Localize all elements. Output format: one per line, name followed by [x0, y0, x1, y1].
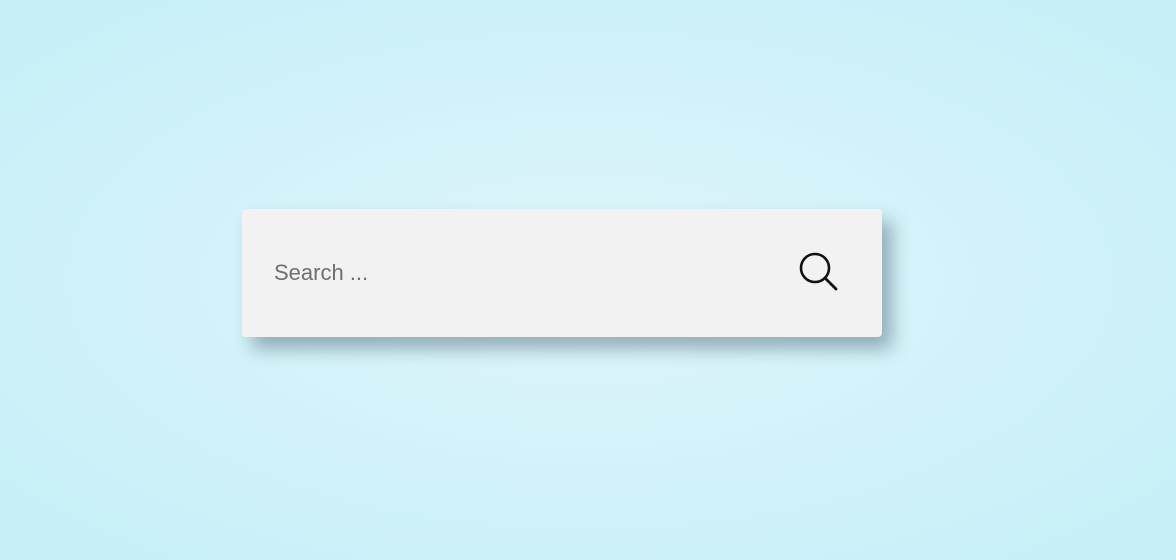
search-box — [242, 209, 882, 337]
search-button[interactable] — [782, 209, 882, 337]
search-icon — [798, 251, 838, 291]
search-input[interactable] — [242, 209, 782, 337]
